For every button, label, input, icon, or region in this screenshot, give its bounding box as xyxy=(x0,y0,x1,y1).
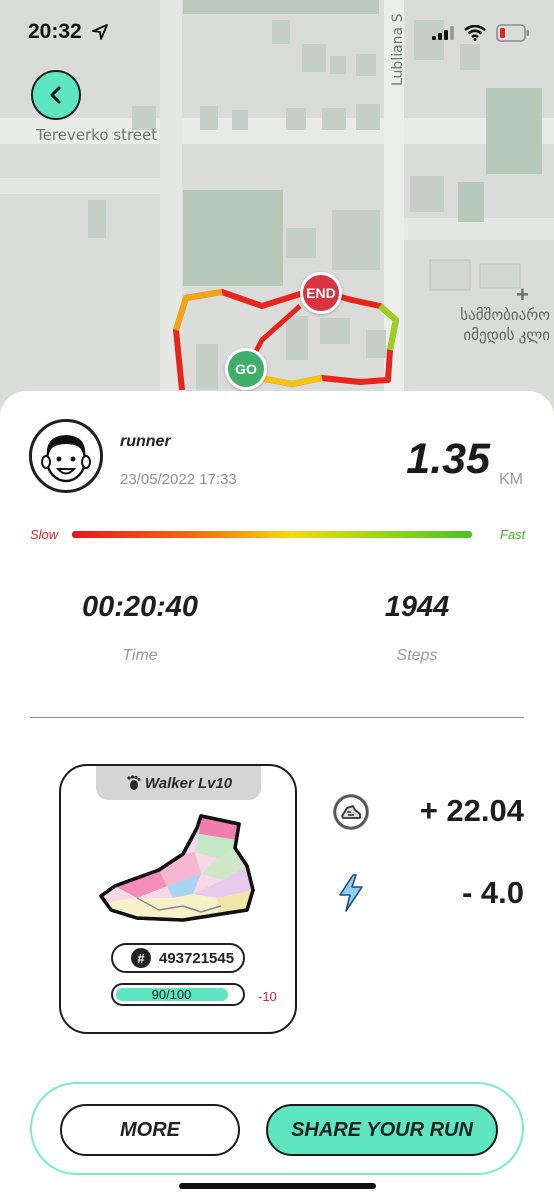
speed-fast-label: Fast xyxy=(500,527,526,542)
username: runner xyxy=(120,433,171,450)
avatar xyxy=(29,419,103,493)
speed-slow-label: Slow xyxy=(30,527,59,542)
action-bar: MORE SHARE YOUR RUN xyxy=(30,1082,524,1175)
durability-delta: -10 xyxy=(258,989,277,1004)
footprint-icon xyxy=(127,775,141,790)
steps-label: Steps xyxy=(396,647,438,664)
cellular-signal-icon xyxy=(432,26,454,40)
sneaker-level: Walker Lv10 xyxy=(144,774,233,792)
durability-text: 90/100 xyxy=(151,987,192,1002)
hospital-icon: + xyxy=(516,282,529,307)
location-arrow-icon xyxy=(92,24,108,40)
more-button[interactable]: MORE xyxy=(60,1104,240,1156)
gst-earned: + 22.04 xyxy=(419,793,524,828)
run-summary-card: runner 23/05/2022 17:33 1.35 KM Slow Fas… xyxy=(0,391,554,1200)
user-avatar-icon xyxy=(41,435,91,483)
token-id: 493721545 xyxy=(159,949,235,967)
divider xyxy=(30,717,524,718)
battery-low-icon xyxy=(496,24,529,42)
time-value: 00:20:40 xyxy=(81,591,199,623)
energy-spent: - 4.0 xyxy=(461,875,524,910)
level-tab: Walker Lv10 xyxy=(96,766,261,800)
sneaker-image xyxy=(99,814,255,922)
time-label: Time xyxy=(122,647,158,664)
durability-bar: 90/100 xyxy=(111,983,245,1006)
wifi-icon xyxy=(464,25,486,41)
run-date: 23/05/2022 17:33 xyxy=(120,471,237,488)
speed-gradient-bar xyxy=(72,531,472,538)
chevron-left-icon xyxy=(50,86,61,104)
start-marker: GO xyxy=(225,348,267,390)
map-canvas xyxy=(0,0,554,430)
street-label: Tereverko street xyxy=(36,126,158,144)
energy-icon xyxy=(333,874,369,912)
back-button[interactable] xyxy=(31,70,81,120)
distance-value: 1.35 xyxy=(406,435,490,483)
end-marker: END xyxy=(300,272,342,314)
distance-unit: KM xyxy=(499,471,523,488)
token-id-pill: # 493721545 xyxy=(111,943,245,973)
poi-label: სამშობიარო იმედის კლი xyxy=(460,307,550,344)
gst-token-icon xyxy=(333,794,369,830)
share-run-button[interactable]: SHARE YOUR RUN xyxy=(266,1104,498,1156)
steps-value: 1944 xyxy=(384,591,450,623)
hash-icon: # xyxy=(131,948,151,968)
route-map[interactable]: Tereverko street Lubliana S + სამშობიარო… xyxy=(0,0,554,430)
status-bar: 20:32 xyxy=(0,0,554,64)
status-time: 20:32 xyxy=(28,20,82,43)
home-indicator[interactable] xyxy=(179,1183,376,1189)
